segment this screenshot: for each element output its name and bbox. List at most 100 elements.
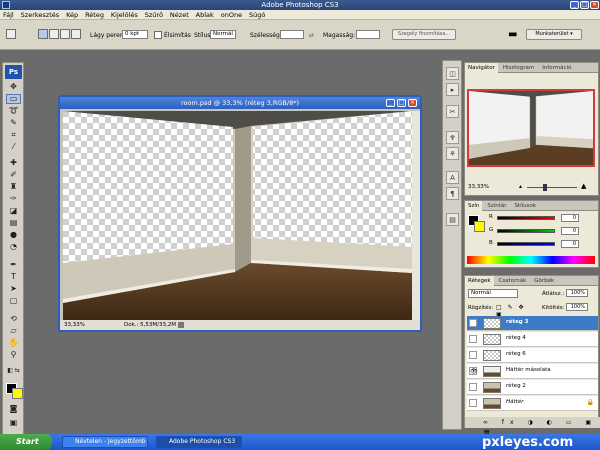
opacity-input[interactable]: 100% <box>566 289 588 297</box>
actions-panel-icon[interactable]: ▸ <box>446 83 459 96</box>
feather-input[interactable]: 0 kpt <box>122 30 148 39</box>
3d-rotate-tool-icon[interactable]: ⟲ <box>7 315 20 323</box>
menu-file[interactable]: Fájl <box>0 10 16 19</box>
clone-stamp-tool-icon[interactable]: ♜ <box>7 183 20 191</box>
healing-brush-tool-icon[interactable]: ✚ <box>7 159 20 167</box>
shape-tool-icon[interactable]: ▢ <box>7 297 20 305</box>
brush-tool-icon[interactable]: ✐ <box>7 171 20 179</box>
menu-filter[interactable]: Szűrő <box>142 10 165 19</box>
menu-view[interactable]: Nézet <box>167 10 191 19</box>
menu-onone[interactable]: onOne <box>218 10 244 19</box>
navigator-zoom-slider[interactable] <box>527 187 577 188</box>
menu-help[interactable]: Súgó <box>246 10 267 19</box>
tab-styles[interactable]: Stílusok <box>511 201 539 211</box>
layer-row-hatter[interactable]: Háttér 🔒 <box>467 396 598 411</box>
screen-mode-icon[interactable]: ▣ <box>7 419 20 427</box>
layer-visibility-toggle[interactable] <box>469 399 477 407</box>
move-tool-icon[interactable]: ✥ <box>7 83 20 91</box>
tab-histogram[interactable]: Hisztogram <box>500 63 537 73</box>
blue-slider[interactable] <box>497 242 555 246</box>
tab-color[interactable]: Szín <box>465 201 483 211</box>
character-panel-icon[interactable]: A <box>446 171 459 184</box>
minimize-button[interactable]: _ <box>570 1 579 9</box>
layer-row-reteg-3[interactable]: réteg 3 <box>467 316 598 331</box>
workspace-button[interactable]: Munkaterület ▾ <box>526 29 582 40</box>
menu-edit[interactable]: Szerkesztés <box>18 10 61 19</box>
tab-info[interactable]: Információ <box>539 63 574 73</box>
layer-row-reteg-4[interactable]: réteg 4 <box>467 332 598 347</box>
crop-tool-icon[interactable]: ⌗ <box>7 131 20 139</box>
marquee-tool-preset-icon[interactable] <box>6 29 16 39</box>
layer-visibility-toggle[interactable] <box>469 319 477 327</box>
width-input[interactable] <box>280 30 304 39</box>
layer-comps-icon[interactable]: ▤ <box>446 213 459 226</box>
lock-icons[interactable]: □ ✎ ✥ ▣ <box>496 304 536 318</box>
gradient-tool-icon[interactable]: ▤ <box>7 219 20 227</box>
new-selection-icon[interactable] <box>38 29 48 39</box>
blue-value-input[interactable]: 0 <box>561 240 579 248</box>
history-brush-tool-icon[interactable]: ✑ <box>7 195 20 203</box>
dodge-tool-icon[interactable]: ◔ <box>7 243 20 251</box>
document-canvas[interactable] <box>63 111 412 320</box>
swap-dimensions-icon[interactable]: ⇄ <box>309 32 314 39</box>
document-zoom-readout[interactable]: 33,33% <box>64 320 85 330</box>
paragraph-panel-icon[interactable]: ¶ <box>446 187 459 200</box>
layer-row-hatter-masolata[interactable]: 👁 Háttér másolata <box>467 364 598 379</box>
tab-navigator[interactable]: Navigátor <box>465 63 498 73</box>
red-slider[interactable] <box>497 216 555 220</box>
green-value-input[interactable]: 0 <box>561 227 579 235</box>
green-slider[interactable] <box>497 229 555 233</box>
navigator-zoom-readout[interactable]: 33,33% <box>468 184 489 190</box>
subtract-selection-icon[interactable] <box>60 29 70 39</box>
path-selection-tool-icon[interactable]: ➤ <box>7 285 20 293</box>
tab-channels[interactable]: Csatornák <box>495 276 529 286</box>
style-select[interactable]: Normál <box>210 30 236 39</box>
rectangular-marquee-tool-icon[interactable]: ▭ <box>6 94 21 104</box>
menu-layer[interactable]: Réteg <box>82 10 106 19</box>
type-tool-icon[interactable]: T <box>7 273 20 281</box>
fill-input[interactable]: 100% <box>566 303 588 311</box>
height-input[interactable] <box>356 30 380 39</box>
antialias-checkbox[interactable] <box>154 31 162 39</box>
add-selection-icon[interactable] <box>49 29 59 39</box>
refine-edge-button[interactable]: Szegély finomítása... <box>392 29 456 40</box>
menu-window[interactable]: Ablak <box>193 10 216 19</box>
clone-source-icon[interactable]: ⚘ <box>446 147 459 160</box>
taskbar-item-notepad[interactable]: Névtelen - Jegyzettömb <box>62 436 148 448</box>
eye-icon[interactable]: 👁 <box>469 367 478 375</box>
layer-visibility-toggle[interactable] <box>469 383 477 391</box>
color-panel-background-swatch[interactable] <box>474 221 485 232</box>
doc-maximize-button[interactable]: □ <box>397 99 406 107</box>
tab-curves[interactable]: Görbék <box>531 276 557 286</box>
blend-mode-select[interactable]: Normál <box>468 289 518 298</box>
zoom-in-icon[interactable]: ▲ <box>581 182 586 190</box>
pen-tool-icon[interactable]: ✒ <box>7 261 20 269</box>
layer-row-reteg-6[interactable]: réteg 6 <box>467 348 598 363</box>
start-button[interactable]: Start <box>0 434 52 450</box>
brushes-panel-icon[interactable]: ♆ <box>446 131 459 144</box>
tab-layers[interactable]: Rétegek <box>465 276 494 286</box>
navigator-zoom-slider-handle[interactable] <box>543 184 547 191</box>
navigator-thumbnail[interactable] <box>467 89 595 167</box>
layers-panel-footer-icons[interactable]: ∞ fx ◑ ◐ ▭ ▣ 🗑 <box>465 417 600 437</box>
menu-image[interactable]: Kép <box>63 10 80 19</box>
status-menu-arrow-icon[interactable] <box>178 322 184 328</box>
color-spectrum-ramp[interactable] <box>467 256 595 264</box>
intersect-selection-icon[interactable] <box>71 29 81 39</box>
eyedropper-tool-icon[interactable]: ⁄ <box>7 143 20 151</box>
zoom-out-icon[interactable]: ▴ <box>519 183 522 190</box>
history-panel-icon[interactable]: ◫ <box>446 67 459 80</box>
layer-row-reteg-2[interactable]: réteg 2 <box>467 380 598 395</box>
maximize-button[interactable]: □ <box>580 1 589 9</box>
taskbar-item-photoshop[interactable]: Adobe Photoshop CS3 <box>156 436 242 448</box>
quick-mask-icon[interactable]: ◙ <box>7 405 20 413</box>
red-value-input[interactable]: 0 <box>561 214 579 222</box>
default-colors-icon[interactable]: ◧ ⇆ <box>7 367 20 375</box>
eraser-tool-icon[interactable]: ◪ <box>7 207 20 215</box>
menu-select[interactable]: Kijelölés <box>108 10 140 19</box>
quick-selection-tool-icon[interactable]: ✎ <box>7 119 20 127</box>
blur-tool-icon[interactable]: ● <box>7 231 20 239</box>
doc-minimize-button[interactable]: _ <box>386 99 395 107</box>
document-vertical-scrollbar[interactable] <box>412 111 420 320</box>
lasso-tool-icon[interactable]: ➰ <box>7 107 20 115</box>
